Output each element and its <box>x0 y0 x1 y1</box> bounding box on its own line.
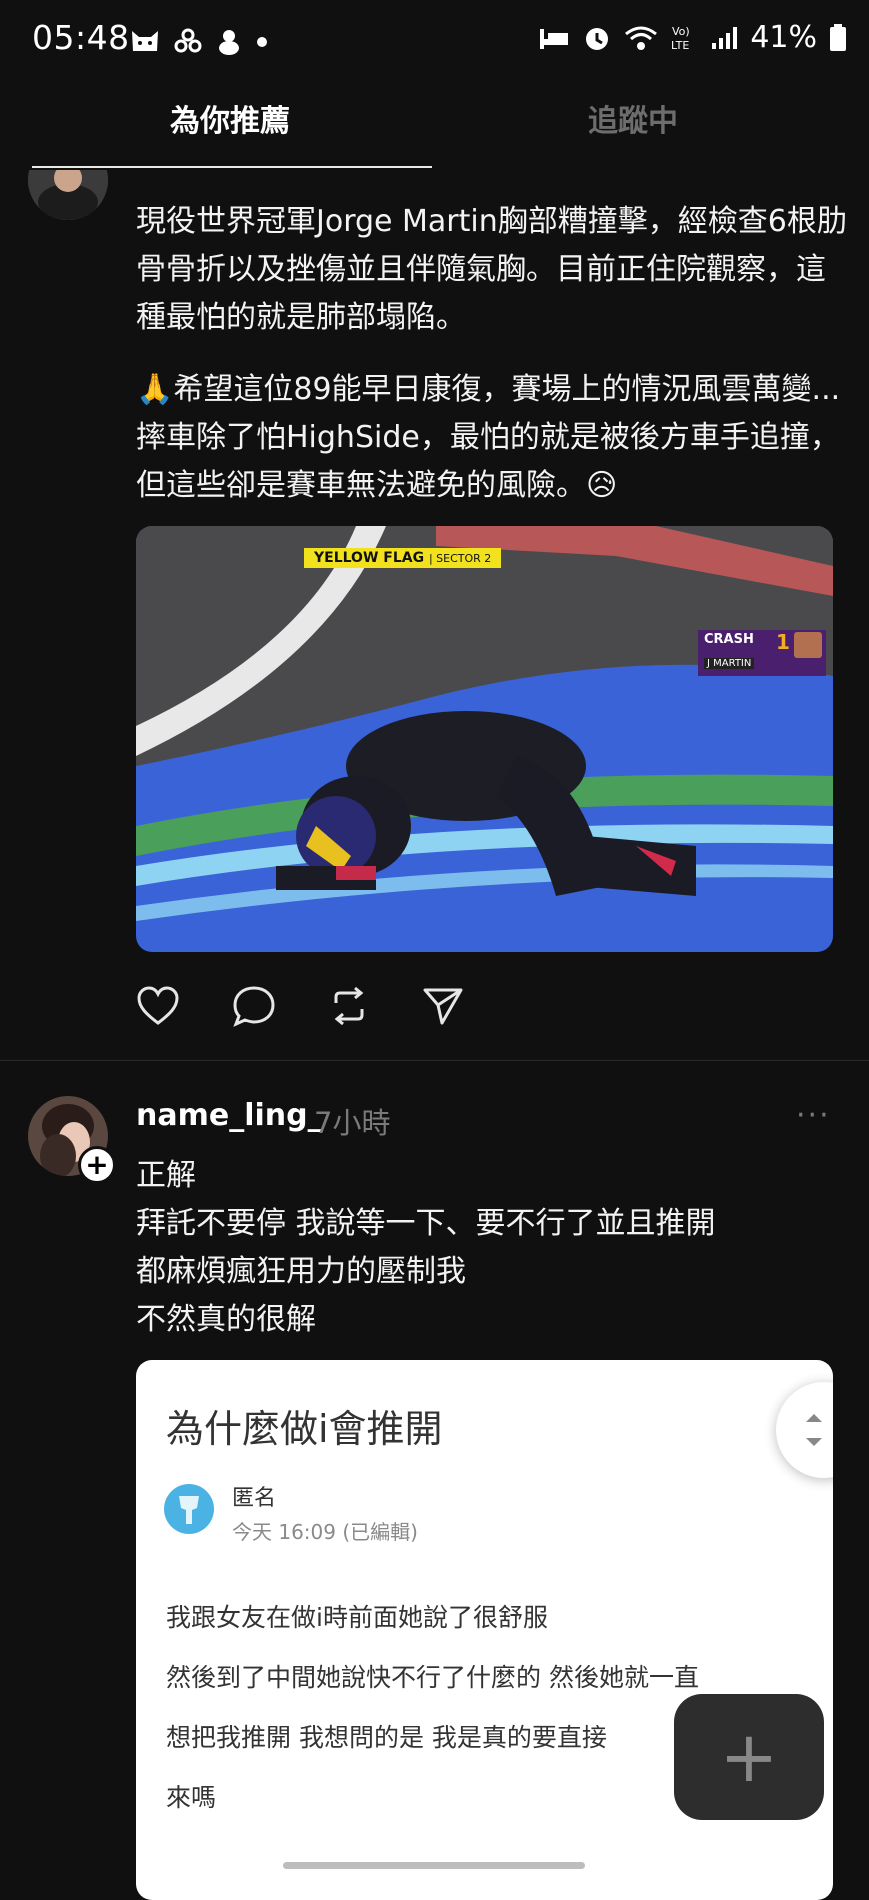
post2-text-line: 正解 <box>136 1158 196 1193</box>
rider-name: J MARTIN <box>704 658 755 669</box>
flag-label: YELLOW FLAG <box>314 550 425 566</box>
post-divider <box>0 1060 869 1061</box>
crash-label: CRASH <box>704 632 754 647</box>
wifi-icon <box>625 26 658 50</box>
more-options-button[interactable]: ··· <box>796 1098 831 1133</box>
post2-text: 正解 拜託不要停 我說等一下、要不行了並且推開 都麻煩瘋狂用力的壓制我 不然真的… <box>136 1152 848 1344</box>
post2-text-line: 不然真的很解 <box>136 1302 316 1337</box>
alarm-icon <box>586 27 609 50</box>
tab-following[interactable]: 追蹤中 <box>588 96 678 140</box>
post1-avatar[interactable] <box>28 170 108 220</box>
post2-timestamp: 7小時 <box>314 1106 391 1140</box>
card-body-line: 我跟女友在做i時前面她說了很舒服 <box>166 1603 548 1632</box>
yellow-flag-banner: YELLOW FLAG | SECTOR 2 <box>304 548 502 568</box>
cat-icon <box>132 31 158 51</box>
card-scroll-button <box>776 1382 833 1478</box>
signal-icon <box>712 26 738 49</box>
post2-text-line: 都麻煩瘋狂用力的壓制我 <box>136 1254 466 1289</box>
rider-photo <box>794 632 822 658</box>
follow-button[interactable]: + <box>78 1146 116 1184</box>
create-post-button[interactable]: + <box>674 1694 824 1820</box>
home-indicator[interactable] <box>283 1862 585 1869</box>
post1-actions <box>136 984 464 1028</box>
card-author: 匿名 <box>232 1486 277 1511</box>
svg-text:Vo): Vo) <box>672 25 690 38</box>
sector-label: SECTOR 2 <box>436 552 492 565</box>
svg-text:LTE: LTE <box>671 39 689 52</box>
crash-overlay: CRASH 1 J MARTIN <box>698 630 826 676</box>
active-tab-indicator <box>32 166 432 168</box>
dot-icon <box>257 37 267 47</box>
post1-paragraph-1: 現役世界冠軍Jorge Martin胸部糟撞擊，經檢查6根肋骨骨折以及挫傷並且伴… <box>136 204 847 335</box>
status-bar: 05:48 Vo) LTE 41% <box>0 0 869 84</box>
post1-paragraph-2: 🙏希望這位89能早日康復，賽場上的情況風雲萬變...摔車除了怕HighSide，… <box>136 372 841 503</box>
tab-recommended[interactable]: 為你推薦 <box>170 96 290 140</box>
post2-text-line: 拜託不要停 我說等一下、要不行了並且推開 <box>136 1206 716 1241</box>
battery-level: 41% <box>750 20 817 55</box>
card-author-avatar <box>164 1484 214 1534</box>
flower-icon <box>174 28 202 53</box>
post1-image[interactable]: YELLOW FLAG | SECTOR 2 CRASH 1 J MARTIN <box>136 526 833 952</box>
bed-icon <box>540 28 569 49</box>
card-title: 為什麼做i會推開 <box>166 1407 443 1451</box>
animal-icon <box>219 30 239 55</box>
post2-username[interactable]: name_ling_ <box>136 1098 323 1133</box>
volte-icon: Vo)LTE <box>671 25 690 52</box>
card-date: 今天 16:09 (已編輯) <box>232 1520 418 1544</box>
battery-icon <box>830 23 846 51</box>
system-icons: Vo) LTE 41% <box>538 20 847 55</box>
repost-icon[interactable] <box>328 985 370 1027</box>
share-icon[interactable] <box>422 985 464 1027</box>
rider-number: 1 <box>776 630 790 654</box>
heart-icon[interactable] <box>136 986 180 1026</box>
comment-icon[interactable] <box>232 985 276 1027</box>
scroll-arrows-icon <box>806 1414 822 1446</box>
notification-icons <box>130 26 268 58</box>
status-time: 05:48 <box>32 18 130 57</box>
